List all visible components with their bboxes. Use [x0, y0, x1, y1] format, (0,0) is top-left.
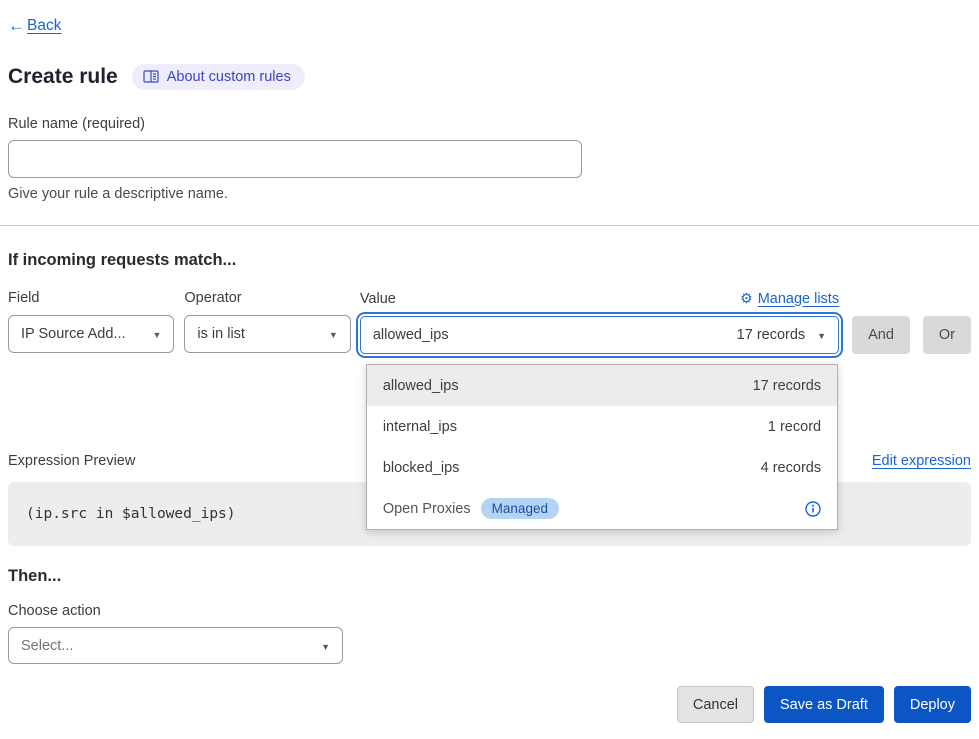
chevron-down-icon [817, 327, 826, 343]
rule-name-label: Rule name (required) [8, 116, 971, 132]
about-badge-label: About custom rules [167, 69, 291, 85]
about-custom-rules-link[interactable]: About custom rules [132, 64, 305, 90]
info-icon[interactable] [805, 501, 821, 517]
option-name-wrap: Open Proxies Managed [383, 498, 559, 519]
field-select[interactable]: IP Source Add... [8, 315, 174, 353]
expression-preview-label: Expression Preview [8, 453, 135, 469]
chevron-down-icon [321, 638, 330, 654]
value-select-name: allowed_ips [373, 327, 737, 343]
manage-lists-link[interactable]: Manage lists [740, 290, 839, 307]
list-option-allowed-ips[interactable]: allowed_ips 17 records [367, 365, 837, 406]
operator-select[interactable]: is in list [184, 315, 350, 353]
value-label-row: Value Manage lists [360, 290, 839, 307]
field-label: Field [8, 290, 174, 306]
create-rule-page: Back Create rule About custom rules Rule… [0, 0, 979, 723]
value-label: Value [360, 291, 396, 307]
expression-code: (ip.src in $allowed_ips) [26, 506, 236, 522]
action-select-placeholder: Select... [21, 638, 321, 654]
list-option-open-proxies[interactable]: Open Proxies Managed [367, 488, 837, 529]
field-column: Field IP Source Add... [8, 290, 174, 353]
list-option-internal-ips[interactable]: internal_ips 1 record [367, 406, 837, 447]
gear-icon [740, 290, 753, 307]
and-button[interactable]: And [852, 316, 910, 354]
choose-action-label: Choose action [8, 603, 971, 619]
manage-lists-label: Manage lists [758, 291, 839, 307]
field-select-value: IP Source Add... [21, 326, 152, 342]
list-option-count: 4 records [761, 460, 821, 476]
operator-label: Operator [184, 290, 350, 306]
edit-expression-link[interactable]: Edit expression [872, 453, 971, 469]
cancel-button[interactable]: Cancel [677, 686, 754, 723]
list-option-blocked-ips[interactable]: blocked_ips 4 records [367, 447, 837, 488]
book-icon [143, 70, 159, 84]
chevron-down-icon [329, 326, 338, 342]
managed-badge: Managed [481, 498, 559, 519]
section-divider [0, 225, 979, 226]
back-link[interactable]: Back [8, 16, 61, 36]
then-heading: Then... [8, 567, 971, 586]
value-select[interactable]: allowed_ips 17 records [360, 316, 839, 354]
page-header: Create rule About custom rules [8, 64, 971, 90]
page-title: Create rule [8, 65, 118, 89]
rule-name-helper: Give your rule a descriptive name. [8, 186, 971, 202]
condition-row: Field IP Source Add... Operator is in li… [8, 290, 971, 354]
save-as-draft-button[interactable]: Save as Draft [764, 686, 884, 723]
footer-actions: Cancel Save as Draft Deploy [8, 686, 971, 723]
chevron-down-icon [152, 326, 161, 342]
list-dropdown-panel: allowed_ips 17 records internal_ips 1 re… [366, 364, 838, 530]
list-option-name: Open Proxies [383, 501, 471, 517]
list-option-name: internal_ips [383, 419, 457, 435]
rule-name-input[interactable] [8, 140, 582, 178]
value-column: Value Manage lists allowed_ips 17 record… [360, 290, 839, 354]
back-arrow-icon [8, 16, 27, 36]
andor-group: And Or [852, 316, 971, 354]
action-select[interactable]: Select... [8, 627, 343, 664]
deploy-button[interactable]: Deploy [894, 686, 971, 723]
value-select-count: 17 records [737, 327, 806, 343]
list-option-name: allowed_ips [383, 378, 459, 394]
or-button[interactable]: Or [923, 316, 971, 354]
list-option-count: 1 record [768, 419, 821, 435]
list-option-name: blocked_ips [383, 460, 460, 476]
operator-column: Operator is in list [184, 290, 350, 353]
back-link-label: Back [27, 17, 61, 35]
match-section-heading: If incoming requests match... [8, 251, 971, 270]
list-option-count: 17 records [753, 378, 822, 394]
operator-select-value: is in list [197, 326, 328, 342]
